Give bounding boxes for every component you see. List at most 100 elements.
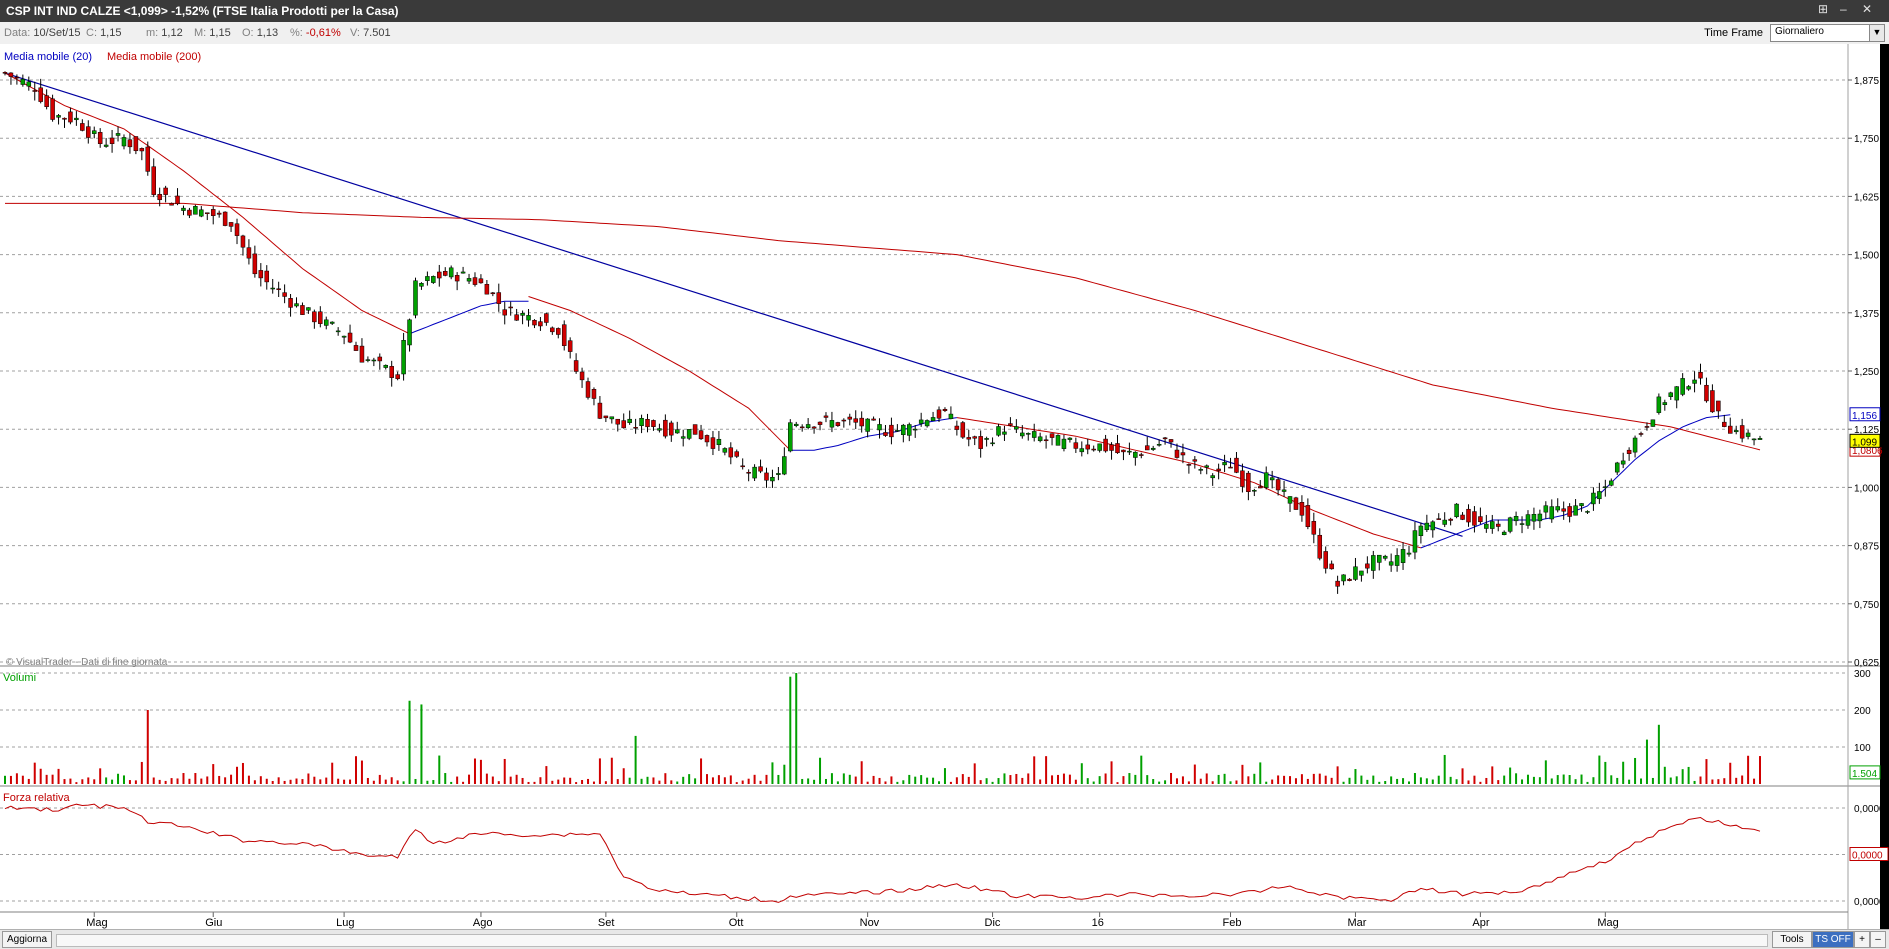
candle-body <box>1139 454 1144 456</box>
candle-body <box>157 193 162 201</box>
volume-bar <box>676 781 679 784</box>
ma20-last-value: 1,156 <box>1852 411 1877 422</box>
candle-body <box>901 424 906 435</box>
volume-bar <box>836 781 839 784</box>
candle-body <box>1234 457 1239 473</box>
candle-body <box>2 72 8 74</box>
candle-body <box>805 424 811 428</box>
candle-body <box>990 442 995 445</box>
volume-bar <box>1330 777 1333 784</box>
candle-body <box>1263 472 1269 488</box>
volume-bar <box>878 777 881 784</box>
candle-body <box>1031 431 1037 438</box>
volume-bar <box>932 777 935 784</box>
volume-bar <box>973 763 976 784</box>
candle-body <box>722 448 728 453</box>
volume-bar <box>152 777 155 784</box>
candle-body <box>478 278 484 284</box>
volume-bar <box>1485 777 1488 784</box>
candle-body <box>365 359 371 361</box>
candle-body <box>561 324 567 346</box>
candle-body <box>930 417 936 422</box>
candle-body <box>1156 444 1162 446</box>
candle-body <box>1091 448 1096 451</box>
volume-last-value: 1.504 <box>1852 769 1877 780</box>
volume-bar <box>503 758 506 784</box>
time-tick-label: Giu <box>205 917 222 929</box>
candle-body <box>776 473 781 475</box>
candle-body <box>645 418 650 428</box>
candle-body <box>1739 425 1745 439</box>
bottom-toolbar: Aggiorna Tools TS OFF + – <box>0 929 1889 949</box>
volume-bar <box>765 774 768 784</box>
candle-body <box>8 72 14 77</box>
volume-bar <box>432 780 435 784</box>
zoom-in-button[interactable]: + <box>1854 931 1870 948</box>
volume-bar <box>105 777 108 784</box>
volume-bar <box>1628 779 1631 784</box>
candle-body <box>1258 486 1263 489</box>
candle-body <box>782 456 787 475</box>
volume-bar <box>75 782 78 784</box>
candle-body <box>228 222 234 227</box>
candle-body <box>377 356 383 362</box>
candle-body <box>341 335 347 338</box>
candle-body <box>437 271 442 279</box>
candle-body <box>1198 469 1204 471</box>
candle-body <box>1728 425 1733 434</box>
candle-body <box>1144 445 1150 451</box>
volume-bar <box>1140 755 1143 784</box>
refresh-button[interactable]: Aggiorna <box>2 931 52 948</box>
ts-off-button[interactable]: TS OFF <box>1812 931 1854 948</box>
candle-body <box>1733 430 1739 433</box>
candle-body <box>1115 443 1120 454</box>
candle-body <box>205 212 210 214</box>
time-scrollbar[interactable] <box>56 934 1768 947</box>
candle-body <box>1037 436 1043 442</box>
zoom-out-button[interactable]: – <box>1870 931 1886 948</box>
volume-bar <box>1663 766 1666 784</box>
candle-body <box>520 313 525 316</box>
volume-bar <box>87 777 90 784</box>
candle-body <box>133 136 139 152</box>
volume-bar <box>1408 781 1410 784</box>
candle-body <box>413 280 418 316</box>
candle-body <box>1335 580 1340 587</box>
volume-bar <box>1175 778 1178 784</box>
chart-area[interactable]: 1,8751,7501,6251,5001,3751,2501,1251,000… <box>0 0 1889 929</box>
candle-body <box>1692 379 1697 384</box>
candle-body <box>1341 574 1346 582</box>
candle-body <box>175 195 180 205</box>
volume-bar <box>1562 774 1565 784</box>
volume-bar <box>783 764 786 784</box>
candle-body <box>490 292 496 295</box>
candle-body <box>532 319 537 326</box>
candle-body <box>431 276 436 283</box>
volume-bar <box>979 780 982 784</box>
volume-bar <box>1491 766 1494 784</box>
volume-bar <box>1610 775 1613 784</box>
volume-bar <box>1515 773 1518 784</box>
candle-body <box>1097 443 1102 451</box>
volume-tick-label: 100 <box>1854 743 1871 754</box>
candle-body <box>579 371 585 381</box>
volume-bar <box>581 779 584 784</box>
candle-body <box>1597 491 1602 500</box>
candle-body <box>1412 530 1418 553</box>
tools-button[interactable]: Tools <box>1772 931 1812 948</box>
candle-body <box>1026 433 1031 435</box>
candle-body <box>329 321 335 324</box>
volume-bar <box>1015 773 1018 784</box>
candle-body <box>651 420 656 427</box>
volume-bar <box>1146 775 1149 784</box>
volume-bar <box>164 780 167 784</box>
price-tick-label: 1,000 <box>1854 483 1879 494</box>
volume-bar <box>402 781 405 784</box>
candle-body <box>1305 505 1311 527</box>
time-tick-label: Mar <box>1347 917 1366 929</box>
price-tick-label: 0,625 <box>1854 658 1879 669</box>
volume-bar <box>1467 780 1470 784</box>
candle-body <box>669 422 674 436</box>
volume-bar <box>438 755 441 784</box>
volume-bar <box>1152 779 1155 784</box>
